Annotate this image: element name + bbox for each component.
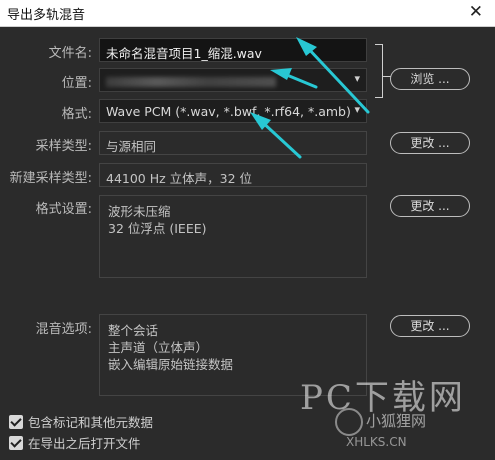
format-settings-line: 波形未压缩 [108, 204, 171, 219]
format-settings-line: 32 位浮点 (IEEE) [108, 221, 207, 236]
new-sample-type-field: 44100 Hz 立体声，32 位 [99, 163, 367, 187]
bracket-connector [375, 44, 383, 98]
mixdown-options-label: 混音选项: [35, 322, 92, 337]
format-dropdown[interactable]: Wave PCM (*.wav, *.bwf, *.rf64, *.amb) ▾ [99, 99, 367, 123]
filename-label: 文件名: [48, 46, 92, 61]
watermark-url: XHLKS.CN [346, 435, 407, 449]
watermark-logo-icon [335, 408, 363, 436]
format-value: Wave PCM (*.wav, *.bwf, *.rf64, *.amb) [106, 104, 351, 119]
location-path-redacted [106, 77, 276, 87]
format-label: 格式: [61, 107, 92, 122]
format-settings-label: 格式设置: [35, 202, 92, 217]
include-markers-label: 包含标记和其他元数据 [28, 415, 154, 430]
open-after-export-checkbox[interactable] [9, 436, 23, 450]
sample-type-label: 采样类型: [35, 139, 92, 154]
window-title: 导出多轨混音 [7, 8, 86, 23]
location-dropdown[interactable]: ▾ [99, 68, 367, 92]
chevron-down-icon: ▾ [354, 72, 360, 85]
open-after-export-checkbox-row[interactable]: 在导出之后打开文件 [9, 433, 141, 452]
change-format-settings-button[interactable]: 更改 ... [390, 195, 470, 217]
close-icon[interactable]: ✕ [469, 2, 483, 22]
filename-value: 未命名混音项目1_缩混.wav [106, 46, 262, 61]
change-sample-type-button[interactable]: 更改 ... [390, 132, 470, 154]
include-markers-checkbox-row[interactable]: 包含标记和其他元数据 [9, 412, 153, 431]
watermark-subtext: 小狐狸网 [366, 412, 427, 430]
sample-type-field: 与源相同 [99, 131, 367, 155]
filename-field[interactable]: 未命名混音项目1_缩混.wav [99, 38, 367, 62]
format-settings-box: 波形未压缩 32 位浮点 (IEEE) [99, 195, 367, 278]
location-label: 位置: [61, 76, 92, 91]
open-after-export-label: 在导出之后打开文件 [28, 436, 141, 451]
include-markers-checkbox[interactable] [9, 415, 23, 429]
title-bar: 导出多轨混音 ✕ [0, 0, 495, 27]
mixdown-options-line: 主声道（立体声） [108, 340, 209, 355]
chevron-down-icon: ▾ [354, 103, 360, 116]
sample-type-value: 与源相同 [106, 139, 157, 154]
change-mixdown-options-button[interactable]: 更改 ... [390, 315, 470, 337]
browse-button[interactable]: 浏览 ... [390, 68, 470, 90]
new-sample-type-value: 44100 Hz 立体声，32 位 [106, 171, 253, 186]
new-sample-type-label: 新建采样类型: [9, 171, 92, 186]
mixdown-options-line: 整个会话 [108, 323, 159, 338]
